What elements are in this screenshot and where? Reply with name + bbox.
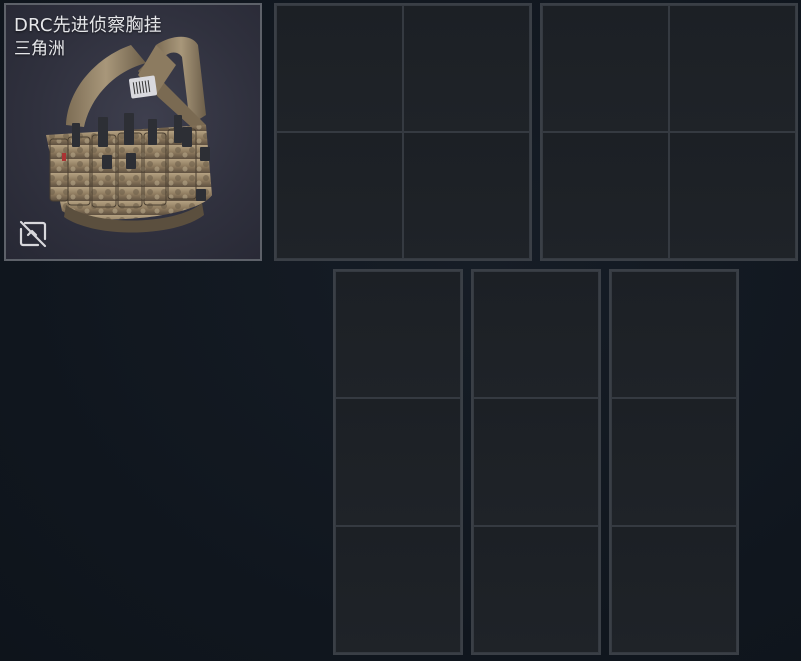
storage-slot[interactable]	[611, 398, 737, 526]
storage-slot[interactable]	[403, 132, 530, 259]
storage-slot[interactable]	[669, 132, 796, 259]
item-subtitle: 三角洲	[14, 39, 65, 59]
item-name: DRC先进侦察胸挂	[14, 15, 162, 36]
inventory-screen: DRC先进侦察胸挂 三角洲	[0, 0, 801, 661]
storage-grid-2x2	[540, 3, 798, 261]
storage-slot[interactable]	[276, 5, 403, 132]
storage-slot[interactable]	[335, 398, 461, 526]
storage-slot[interactable]	[669, 5, 796, 132]
storage-column-1x3	[609, 269, 739, 655]
storage-slot[interactable]	[542, 132, 669, 259]
storage-slot[interactable]	[611, 271, 737, 399]
untradeable-icon	[19, 220, 47, 248]
storage-slot[interactable]	[473, 525, 599, 653]
storage-slot[interactable]	[611, 525, 737, 653]
storage-slot[interactable]	[335, 525, 461, 653]
storage-slot[interactable]	[335, 271, 461, 399]
storage-slot[interactable]	[542, 5, 669, 132]
storage-slot[interactable]	[403, 5, 530, 132]
storage-column-1x3	[333, 269, 463, 655]
storage-grid-2x2	[274, 3, 532, 261]
storage-slot[interactable]	[276, 132, 403, 259]
item-card[interactable]: DRC先进侦察胸挂 三角洲	[4, 3, 262, 261]
storage-column-1x3	[471, 269, 601, 655]
storage-slot[interactable]	[473, 398, 599, 526]
storage-slot[interactable]	[473, 271, 599, 399]
